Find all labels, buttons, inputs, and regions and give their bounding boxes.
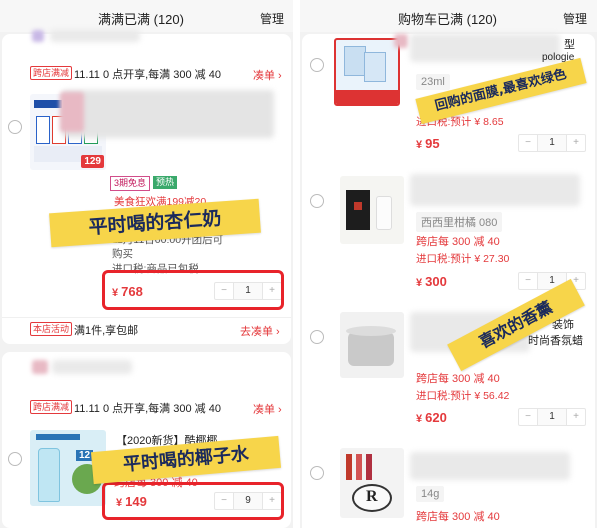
item-price: ¥95: [416, 136, 440, 151]
lipstick-shape: [356, 454, 362, 480]
promo-text: 11.11 0 点开享,每满 300 减 40: [74, 403, 221, 415]
manage-button[interactable]: 管理: [563, 10, 587, 27]
mask-pack: [364, 52, 386, 82]
store-logo-blurred: [32, 30, 44, 42]
product-title-blurred: [410, 452, 570, 480]
brand-strip: [34, 100, 62, 108]
candle-tin: [348, 332, 394, 366]
product-title-tail: 时尚香氛蜡: [528, 335, 583, 347]
product-title-blurred: [62, 90, 274, 138]
increase-button[interactable]: +: [567, 409, 585, 425]
thumb-price-badge: 129: [81, 155, 104, 168]
left-cart-panel: 满满已满 (120) 管理 跨店满减 11.11 0 点开享,每满 300 减 …: [0, 0, 293, 528]
quantity-stepper[interactable]: − 1 +: [518, 134, 586, 152]
quantity-value[interactable]: 1: [537, 135, 567, 151]
blur-accent: [60, 92, 84, 132]
import-tax-note: 进口税:预计 ¥ 56.42: [416, 390, 510, 402]
store-name-blurred: [50, 30, 140, 42]
cart-title: 满满已满 (120): [98, 12, 184, 27]
left-header: 满满已满 (120) 管理: [0, 0, 293, 32]
store-name-blurred: [52, 360, 132, 374]
right-cart-panel: 购物车已满 (120) 管理 型 pologie 23ml 进口税:预计 ¥ 8…: [300, 0, 597, 528]
item-select-radio[interactable]: [310, 330, 324, 344]
store-logo-blurred: [32, 360, 48, 374]
product-thumbnail[interactable]: [340, 312, 404, 378]
promo-strip: [336, 90, 398, 104]
candle-lid: [346, 326, 396, 336]
highlight-box: [102, 482, 284, 520]
product-thumbnail[interactable]: R: [340, 448, 404, 518]
product-thumbnail[interactable]: [340, 176, 404, 244]
product-title-blurred: [410, 174, 580, 206]
cart-title: 购物车已满 (120): [398, 12, 497, 27]
glass-shape: [376, 196, 392, 230]
item-select-radio[interactable]: [310, 194, 324, 208]
right-header: 购物车已满 (120) 管理: [300, 0, 597, 32]
store-promo-tag: 本店活动: [30, 322, 73, 336]
decrease-button[interactable]: −: [519, 409, 537, 425]
panel-divider: [293, 0, 300, 528]
item-price: ¥300: [416, 274, 447, 289]
decrease-button[interactable]: −: [519, 273, 537, 289]
brand-letter: R: [366, 488, 378, 505]
blur-accent: [394, 34, 408, 48]
quantity-stepper[interactable]: − 1 +: [518, 408, 586, 426]
promo-text: 11.11 0 点开享,每满 300 减 40: [74, 69, 221, 81]
quantity-value[interactable]: 1: [537, 409, 567, 425]
separator: [2, 317, 291, 318]
add-on-link[interactable]: 凑单 ›: [253, 401, 282, 417]
item-select-radio[interactable]: [8, 120, 22, 134]
carton-shape: [36, 116, 50, 144]
increase-button[interactable]: +: [567, 135, 585, 151]
mask-pack: [344, 46, 366, 76]
variant-selector[interactable]: 23ml: [416, 74, 450, 90]
product-title-blurred: [410, 34, 560, 62]
bottle-shape: [38, 448, 60, 502]
promo-tag: 跨店满减: [30, 400, 73, 414]
add-on-link[interactable]: 凑单 ›: [253, 67, 282, 83]
presale-note-cont: 购买: [112, 248, 133, 260]
item-select-radio[interactable]: [8, 452, 22, 466]
product-promo: 跨店每 300 减 40: [416, 373, 500, 385]
variant-selector[interactable]: 14g: [416, 486, 445, 502]
manage-button[interactable]: 管理: [260, 10, 284, 27]
presale-tag: 预热: [153, 176, 178, 189]
import-tax-note: 进口税:预计 ¥ 27.30: [416, 253, 510, 265]
item-select-radio[interactable]: [310, 58, 324, 72]
store-group-card: 跨店满减 11.11 0 点开享,每满 300 减 40 凑单 › 129 3期…: [2, 30, 291, 344]
gift-box: [346, 190, 370, 230]
brand-strip: [36, 434, 80, 440]
lipstick-shape: [346, 454, 352, 480]
lipstick-shape: [366, 454, 372, 480]
product-promo: 跨店每 300 减 40: [416, 236, 500, 248]
quantity-stepper[interactable]: − 1 +: [518, 272, 586, 290]
installment-tag: 3期免息: [110, 176, 151, 191]
product-thumbnail[interactable]: [334, 38, 400, 106]
decrease-button[interactable]: −: [519, 135, 537, 151]
product-promo: 跨店每 300 减 40: [416, 511, 500, 523]
product-title-tail: 型: [564, 39, 575, 51]
box-seal: [354, 202, 362, 210]
highlight-box: [102, 270, 284, 310]
store-promo-text: 满1件,享包邮: [74, 325, 139, 337]
item-price: ¥620: [416, 410, 447, 425]
variant-selector[interactable]: 西西里柑橘 080: [416, 212, 503, 232]
promo-tag: 跨店满减: [30, 66, 73, 80]
store-add-on-link[interactable]: 去凑单 ›: [240, 323, 280, 339]
item-select-radio[interactable]: [310, 466, 324, 480]
